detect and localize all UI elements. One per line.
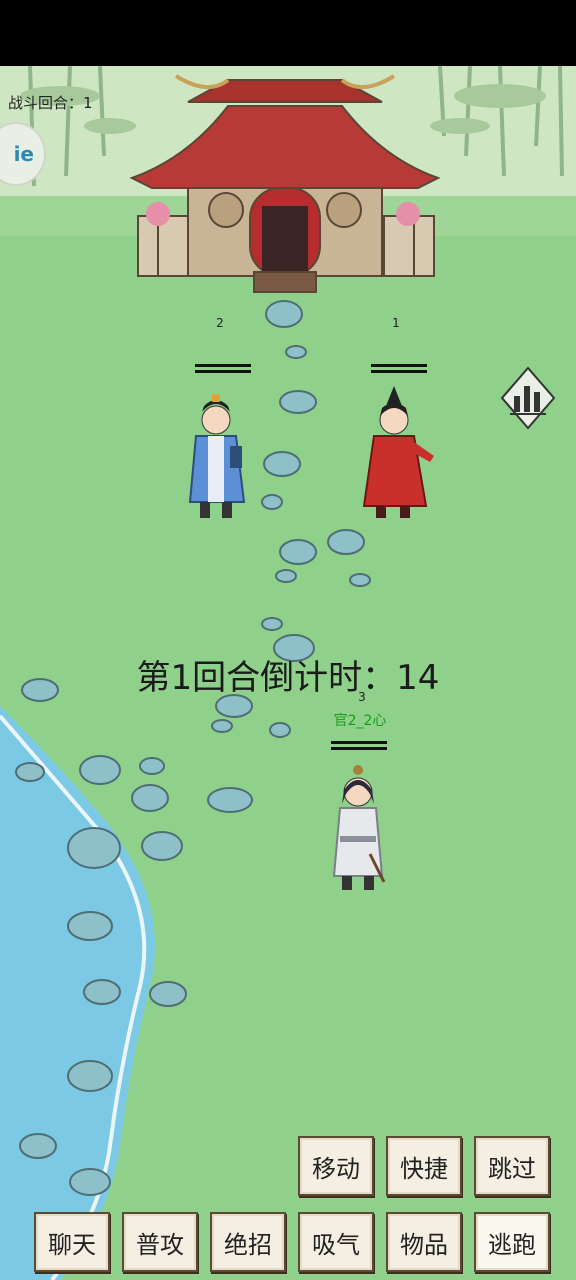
move-button[interactable]: 移动 (298, 1136, 374, 1196)
player-character[interactable] (326, 764, 390, 894)
red-robed-character (362, 386, 434, 518)
unit-number: 2 (216, 316, 224, 330)
enemy-unit-2[interactable]: 2 (180, 312, 260, 522)
enemy-unit-1[interactable]: 1 (356, 312, 436, 522)
skip-button[interactable]: 跳过 (474, 1136, 550, 1196)
shortcut-button[interactable]: 快捷 (386, 1136, 462, 1196)
items-button[interactable]: 物品 (386, 1212, 462, 1272)
scholar-character (188, 394, 246, 518)
normal-attack-button[interactable]: 普攻 (122, 1212, 198, 1272)
round-countdown: 第1回合倒计时：14 (136, 658, 440, 698)
player-name: 官2_2心 (333, 713, 387, 729)
status-bar (0, 0, 576, 66)
breathe-button[interactable]: 吸气 (298, 1212, 374, 1272)
player-health-bar (331, 741, 387, 750)
stats-chart-icon[interactable] (500, 366, 556, 430)
battle-scene: 战斗回合：1 ie 2 1 第1回合倒计时：14 3 官2_2心 (0, 66, 576, 1280)
player-number: 3 (358, 690, 366, 704)
chat-button[interactable]: 聊天 (34, 1212, 110, 1272)
flee-button[interactable]: 逃跑 (474, 1212, 550, 1272)
health-bar (195, 364, 251, 373)
health-bar (371, 364, 427, 373)
ultimate-button[interactable]: 绝招 (210, 1212, 286, 1272)
unit-number: 1 (392, 316, 400, 330)
